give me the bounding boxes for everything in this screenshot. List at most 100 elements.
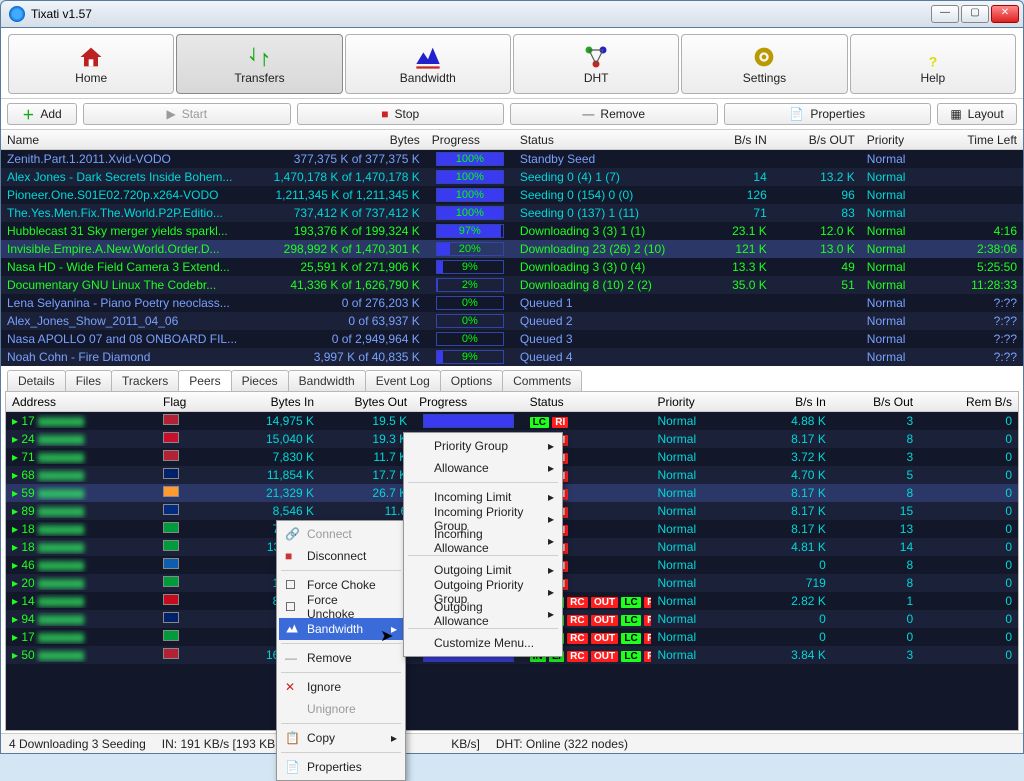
col-progress[interactable]: Progress [426, 133, 514, 147]
transfers-icon [245, 43, 273, 69]
peer-row[interactable]: ▸ 17 ▮▮▮▮▮▮▮14,975 K19.5 KLC RINormal4.8… [6, 412, 1018, 430]
pcol-rembs[interactable]: Rem B/s [919, 395, 1018, 409]
add-button[interactable]: ＋Add [7, 103, 77, 125]
stop-button[interactable]: ■Stop [297, 103, 505, 125]
properties-icon: 📄 [789, 107, 804, 121]
transfer-row[interactable]: Zenith.Part.1.2011.Xvid-VODO377,375 K of… [1, 150, 1023, 168]
tab-options[interactable]: Options [440, 370, 503, 391]
dht-icon [582, 43, 610, 69]
nav-dht[interactable]: DHT [513, 34, 679, 94]
pcol-flag[interactable]: Flag [157, 395, 215, 409]
svg-text:?: ? [929, 53, 938, 69]
close-button[interactable]: ✕ [991, 5, 1019, 23]
status-dl: 4 Downloading 3 Seeding [9, 737, 146, 751]
ctx-force-unchoke[interactable]: ☐Force Unchoke [279, 596, 403, 618]
pcol-address[interactable]: Address [6, 395, 157, 409]
context-menu: 🔗Connect ■Disconnect ☐Force Choke ☐Force… [276, 520, 406, 781]
sub-outgoing-allowance[interactable]: Outgoing Allowance▸ [406, 603, 560, 625]
ctx-ignore[interactable]: ✕Ignore [279, 676, 403, 698]
tab-comments[interactable]: Comments [502, 370, 582, 391]
cursor-icon: ➤ [380, 626, 393, 646]
minus-icon: — [285, 651, 299, 665]
checkbox-icon: ☐ [285, 600, 299, 614]
checkbox-icon: ☐ [285, 578, 299, 592]
minus-icon: — [582, 107, 594, 121]
transfer-row[interactable]: Nasa HD - Wide Field Camera 3 Extend...2… [1, 258, 1023, 276]
minimize-button[interactable]: — [931, 5, 959, 23]
col-bsout[interactable]: B/s OUT [773, 133, 861, 147]
col-status[interactable]: Status [514, 133, 699, 147]
main-toolbar: Home Transfers Bandwidth DHT Settings ?H… [1, 28, 1023, 99]
remove-button[interactable]: —Remove [510, 103, 718, 125]
pcol-bytesin[interactable]: Bytes In [215, 395, 320, 409]
bandwidth-icon [285, 622, 299, 636]
transfer-row[interactable]: Hubblecast 31 Sky merger yields sparkl..… [1, 222, 1023, 240]
nav-transfers[interactable]: Transfers [176, 34, 342, 94]
transfer-row[interactable]: Invisible.Empire.A.New.World.Order.D...2… [1, 240, 1023, 258]
col-priority[interactable]: Priority [861, 133, 942, 147]
tab-bandwidth[interactable]: Bandwidth [288, 370, 366, 391]
ctx-disconnect[interactable]: ■Disconnect [279, 545, 403, 567]
col-bsin[interactable]: B/s IN [699, 133, 773, 147]
transfer-row[interactable]: Nasa APOLLO 07 and 08 ONBOARD FIL...0 of… [1, 330, 1023, 348]
ctx-properties[interactable]: 📄Properties [279, 756, 403, 778]
nav-home[interactable]: Home [8, 34, 174, 94]
layout-button[interactable]: ▦Layout [937, 103, 1017, 125]
home-icon [77, 43, 105, 69]
transfer-row[interactable]: The.Yes.Men.Fix.The.World.P2P.Editio...7… [1, 204, 1023, 222]
gear-icon [750, 43, 778, 69]
tab-files[interactable]: Files [65, 370, 112, 391]
transfer-row[interactable]: Lena Selyanina - Piano Poetry neoclass..… [1, 294, 1023, 312]
nav-bandwidth[interactable]: Bandwidth [345, 34, 511, 94]
transfer-row[interactable]: Documentary GNU Linux The Codebr...41,33… [1, 276, 1023, 294]
tab-eventlog[interactable]: Event Log [365, 370, 441, 391]
bandwidth-icon [414, 43, 442, 69]
transfer-row[interactable]: Alex Jones - Dark Secrets Inside Bohem..… [1, 168, 1023, 186]
properties-button[interactable]: 📄Properties [724, 103, 932, 125]
start-button[interactable]: ▶Start [83, 103, 291, 125]
status-bar: 4 Downloading 3 Seeding IN: 191 KB/s [19… [1, 733, 1023, 753]
sub-priority-group[interactable]: Priority Group▸ [406, 435, 560, 457]
disconnect-icon: ■ [285, 549, 299, 563]
col-name[interactable]: Name [1, 133, 248, 147]
tab-pieces[interactable]: Pieces [231, 370, 289, 391]
pcol-bsin[interactable]: B/s In [745, 395, 832, 409]
pcol-bsout[interactable]: B/s Out [832, 395, 919, 409]
pcol-progress[interactable]: Progress [413, 395, 523, 409]
sub-customize-menu[interactable]: Customize Menu... [406, 632, 560, 654]
connect-icon: 🔗 [285, 527, 299, 541]
status-dht: DHT: Online (322 nodes) [496, 737, 628, 751]
pcol-status[interactable]: Status [524, 395, 652, 409]
ctx-connect[interactable]: 🔗Connect [279, 523, 403, 545]
maximize-button[interactable]: ▢ [961, 5, 989, 23]
sub-incoming-allowance[interactable]: Incoming Allowance▸ [406, 530, 560, 552]
pcol-priority[interactable]: Priority [651, 395, 744, 409]
x-icon: ✕ [285, 680, 299, 694]
app-icon [9, 6, 25, 22]
transfer-row[interactable]: Noah Cohn - Fire Diamond3,997 K of 40,83… [1, 348, 1023, 366]
copy-icon: 📋 [285, 731, 299, 745]
tab-trackers[interactable]: Trackers [111, 370, 179, 391]
nav-settings[interactable]: Settings [681, 34, 847, 94]
ctx-copy[interactable]: 📋Copy▸ [279, 727, 403, 749]
help-icon: ? [919, 43, 947, 69]
tab-peers[interactable]: Peers [178, 370, 231, 391]
stop-icon: ■ [381, 107, 388, 121]
tab-details[interactable]: Details [7, 370, 66, 391]
transfer-row[interactable]: Pioneer.One.S01E02.720p.x264-VODO1,211,3… [1, 186, 1023, 204]
transfers-table: Name Bytes Progress Status B/s IN B/s OU… [1, 130, 1023, 366]
transfer-row[interactable]: Alex_Jones_Show_2011_04_060 of 63,937 K0… [1, 312, 1023, 330]
col-timeleft[interactable]: Time Left [942, 133, 1023, 147]
ctx-remove[interactable]: —Remove [279, 647, 403, 669]
window-title: Tixati v1.57 [31, 7, 931, 21]
nav-help[interactable]: ?Help [850, 34, 1016, 94]
ctx-unignore[interactable]: Unignore [279, 698, 403, 720]
play-icon: ▶ [166, 107, 175, 121]
sub-allowance[interactable]: Allowance▸ [406, 457, 560, 479]
status-out: KB/s] [451, 737, 480, 751]
layout-icon: ▦ [950, 107, 961, 121]
properties-icon: 📄 [285, 760, 299, 774]
plus-icon: ＋ [22, 106, 34, 123]
pcol-bytesout[interactable]: Bytes Out [320, 395, 413, 409]
col-bytes[interactable]: Bytes [248, 133, 426, 147]
